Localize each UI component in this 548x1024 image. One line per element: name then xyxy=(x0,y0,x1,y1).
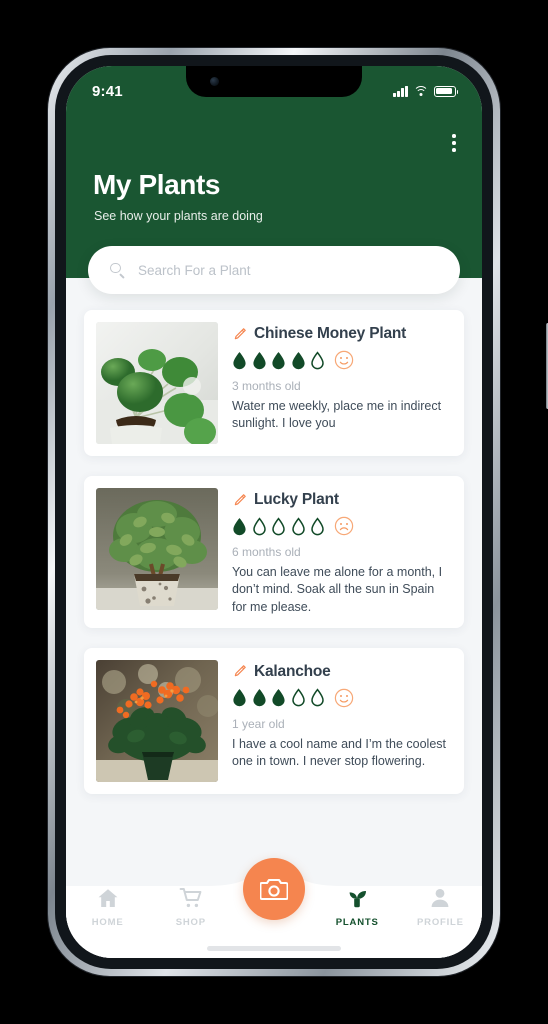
water-drop-filled-icon xyxy=(233,517,246,535)
nav-label-profile: PROFILE xyxy=(417,917,464,928)
happy-face-icon xyxy=(334,350,353,370)
page-subtitle: See how your plants are doing xyxy=(94,209,263,223)
water-drop-filled-icon xyxy=(272,351,285,369)
search-input[interactable] xyxy=(136,261,438,279)
sad-face-icon xyxy=(334,516,353,536)
camera-icon xyxy=(260,878,288,900)
plant-name-row: Lucky Plant xyxy=(232,491,452,509)
plant-age: 3 months old xyxy=(232,379,301,393)
water-drop-empty-icon xyxy=(272,516,285,535)
search-bar-container xyxy=(88,246,460,294)
plant-info: Kalanchoe 1 year old I have a cool name … xyxy=(232,660,452,782)
notch xyxy=(186,66,362,97)
screenshot-stage: 9:41 My Plants See how your plants are d… xyxy=(0,0,548,1024)
water-rating xyxy=(232,516,452,536)
water-drop-filled-icon xyxy=(272,689,285,707)
pencil-icon[interactable] xyxy=(232,327,247,342)
plant-thumbnail[interactable] xyxy=(96,659,218,782)
battery-icon xyxy=(434,85,459,97)
front-camera-icon xyxy=(210,77,219,86)
pencil-icon[interactable] xyxy=(232,493,247,508)
status-bar-clock: 9:41 xyxy=(92,82,123,100)
pencil-icon[interactable] xyxy=(232,664,247,679)
plant-thumbnail[interactable] xyxy=(96,488,218,610)
bottom-navigation: HOME SHOP PLANTS PROFILE xyxy=(66,854,482,958)
plant-name: Chinese Money Plant xyxy=(254,325,407,342)
camera-fab-button[interactable] xyxy=(243,858,305,920)
nav-item-profile[interactable]: PROFILE xyxy=(399,886,482,928)
water-drop-filled-icon xyxy=(252,689,266,707)
plant-info: Chinese Money Plant 3 months old Water m… xyxy=(232,322,452,444)
nav-label-shop: SHOP xyxy=(175,917,206,928)
plant-name: Lucky Plant xyxy=(254,491,339,508)
home-indicator[interactable] xyxy=(207,946,341,951)
plant-card[interactable]: Lucky Plant 6 months old You can leave m… xyxy=(84,476,464,628)
nav-label-plants: PLANTS xyxy=(335,917,379,928)
plant-name-row: Kalanchoe xyxy=(232,663,452,681)
status-bar-icons xyxy=(393,85,459,97)
plant-thumbnail[interactable] xyxy=(96,322,218,444)
search-bar[interactable] xyxy=(88,246,460,294)
phone-frame: 9:41 My Plants See how your plants are d… xyxy=(48,48,548,976)
plant-card[interactable]: Kalanchoe 1 year old I have a cool name … xyxy=(84,647,464,794)
nav-label-home: HOME xyxy=(91,917,124,928)
wifi-icon xyxy=(413,85,429,97)
plant-card[interactable]: Chinese Money Plant 3 months old Water m… xyxy=(84,310,464,456)
plant-sprout-icon xyxy=(349,891,367,908)
signal-bars-icon xyxy=(393,85,408,97)
cart-icon xyxy=(179,888,202,908)
water-drop-empty-icon xyxy=(252,516,266,535)
phone-bezel: 9:41 My Plants See how your plants are d… xyxy=(55,55,493,969)
water-drop-empty-icon xyxy=(311,516,324,535)
happy-face-icon xyxy=(334,688,353,707)
water-drop-filled-icon xyxy=(291,351,305,369)
water-drop-filled-icon xyxy=(233,351,246,369)
water-rating xyxy=(232,688,452,708)
nav-item-plants[interactable]: PLANTS xyxy=(316,886,399,928)
plant-description: I have a cool name and I’m the coolest o… xyxy=(232,736,447,768)
nav-item-home[interactable]: HOME xyxy=(66,886,149,928)
water-drop-empty-icon xyxy=(311,688,324,707)
plant-info: Lucky Plant 6 months old You can leave m… xyxy=(232,488,452,616)
plant-description: You can leave me alone for a month, I do… xyxy=(232,565,443,614)
nav-item-shop[interactable]: SHOP xyxy=(149,886,232,928)
water-rating xyxy=(232,350,452,370)
plant-name: Kalanchoe xyxy=(254,662,331,680)
water-drop-empty-icon xyxy=(311,350,324,369)
water-drop-empty-icon xyxy=(291,516,305,535)
water-drop-filled-icon xyxy=(233,689,246,707)
kebab-dot xyxy=(452,141,456,145)
person-icon xyxy=(432,889,449,907)
plant-age: 6 months old xyxy=(232,545,301,559)
search-icon xyxy=(110,262,125,278)
kebab-dot xyxy=(452,148,456,152)
plant-description: Water me weekly, place me in indirect su… xyxy=(232,399,442,431)
water-drop-filled-icon xyxy=(252,351,266,369)
kebab-dot xyxy=(452,134,456,138)
phone-screen: 9:41 My Plants See how your plants are d… xyxy=(66,66,482,958)
home-icon xyxy=(98,889,117,907)
plant-name-row: Chinese Money Plant xyxy=(232,325,452,343)
overflow-menu-button[interactable] xyxy=(452,134,456,152)
plant-age: 1 year old xyxy=(232,716,285,731)
page-title: My Plants xyxy=(93,169,221,200)
water-drop-empty-icon xyxy=(291,688,305,707)
